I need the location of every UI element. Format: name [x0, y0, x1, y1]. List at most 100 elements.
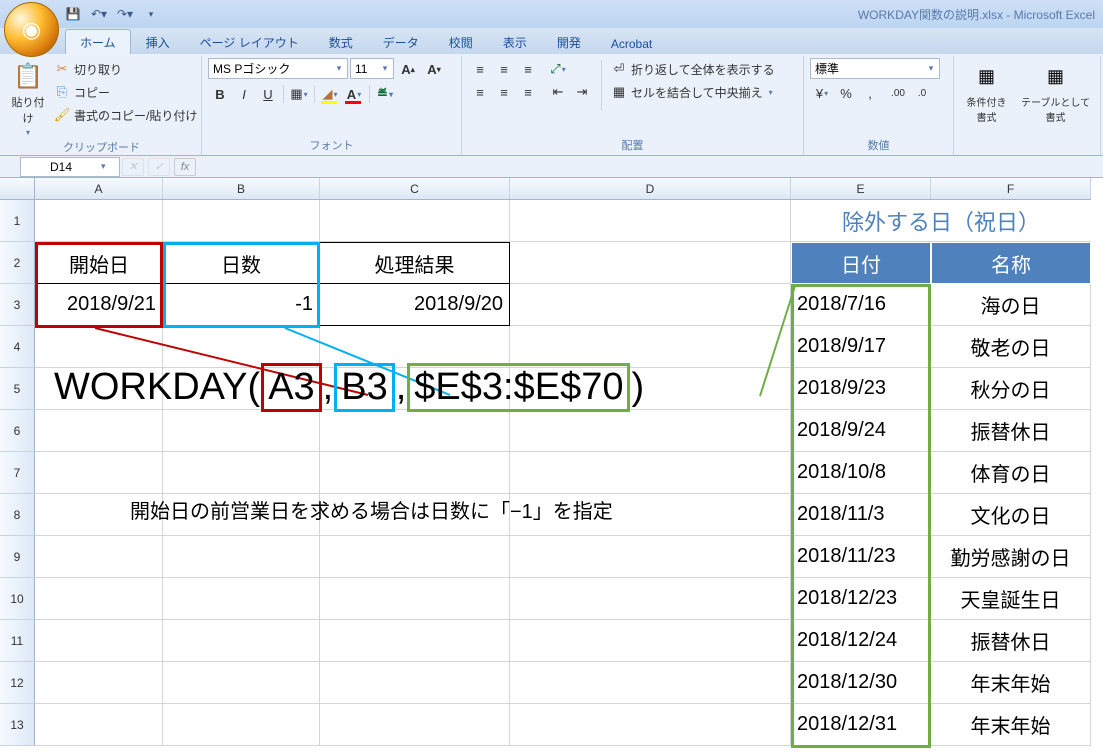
paste-button[interactable]: 📋 貼り付け ▾ [8, 58, 48, 139]
row-header-11[interactable]: 11 [0, 620, 35, 662]
cell-a7[interactable] [35, 452, 163, 494]
phonetic-button[interactable]: ≝ [373, 83, 397, 105]
cell-e12[interactable]: 2018/12/30 [791, 662, 931, 704]
cell-b9[interactable] [163, 536, 320, 578]
cell-d6[interactable] [510, 410, 791, 452]
cell-a3[interactable]: 2018/9/21 [35, 284, 163, 326]
cell-f7[interactable]: 体育の日 [931, 452, 1091, 494]
font-name-input[interactable] [211, 61, 333, 77]
cell-e2[interactable]: 日付 [791, 242, 931, 284]
fx-button[interactable]: fx [174, 158, 196, 176]
cell-f13[interactable]: 年末年始 [931, 704, 1091, 746]
cell-e9[interactable]: 2018/11/23 [791, 536, 931, 578]
cell-b12[interactable] [163, 662, 320, 704]
font-size-combo[interactable]: ▾ [350, 58, 394, 79]
row-header-10[interactable]: 10 [0, 578, 35, 620]
cell-f3[interactable]: 海の日 [931, 284, 1091, 326]
shrink-font-button[interactable]: A▾ [422, 58, 446, 80]
number-format-combo[interactable]: ▾ [810, 58, 940, 79]
font-name-combo[interactable]: ▾ [208, 58, 348, 79]
cell-d10[interactable] [510, 578, 791, 620]
cell-d1[interactable] [510, 200, 791, 242]
copy-button[interactable]: ⎘コピー [52, 81, 199, 103]
currency-button[interactable]: ¥ [810, 82, 834, 104]
row-header-6[interactable]: 6 [0, 410, 35, 452]
row-header-8[interactable]: 8 [0, 494, 35, 536]
tab-developer[interactable]: 開発 [542, 29, 596, 54]
align-left-button[interactable]: ≡ [468, 81, 492, 103]
cell-a10[interactable] [35, 578, 163, 620]
cell-a6[interactable] [35, 410, 163, 452]
row-header-2[interactable]: 2 [0, 242, 35, 284]
row-header-3[interactable]: 3 [0, 284, 35, 326]
cell-a9[interactable] [35, 536, 163, 578]
cell-a1[interactable] [35, 200, 163, 242]
cell-b7[interactable] [163, 452, 320, 494]
cell-e8[interactable]: 2018/11/3 [791, 494, 931, 536]
cell-e1[interactable]: 除外する日（祝日） [791, 200, 1091, 242]
cell-f12[interactable]: 年末年始 [931, 662, 1091, 704]
cell-a12[interactable] [35, 662, 163, 704]
tab-data[interactable]: データ [368, 29, 434, 54]
format-painter-button[interactable]: 🖌書式のコピー/貼り付け [52, 104, 199, 126]
align-top-button[interactable]: ≡ [468, 58, 492, 80]
align-center-button[interactable]: ≡ [492, 81, 516, 103]
cell-f6[interactable]: 振替休日 [931, 410, 1091, 452]
col-header-c[interactable]: C [320, 178, 510, 199]
cell-e6[interactable]: 2018/9/24 [791, 410, 931, 452]
cell-d7[interactable] [510, 452, 791, 494]
number-format-input[interactable] [813, 61, 925, 77]
cell-e10[interactable]: 2018/12/23 [791, 578, 931, 620]
cell-c6[interactable] [320, 410, 510, 452]
cell-b2[interactable]: 日数 [163, 242, 320, 284]
cell-d13[interactable] [510, 704, 791, 746]
office-button[interactable]: ◉ [4, 2, 59, 57]
tab-review[interactable]: 校閲 [434, 29, 488, 54]
underline-button[interactable]: U [256, 83, 280, 105]
cell-a11[interactable] [35, 620, 163, 662]
cell-b3[interactable]: -1 [163, 284, 320, 326]
col-header-e[interactable]: E [791, 178, 931, 199]
cell-c10[interactable] [320, 578, 510, 620]
cell-a4[interactable] [35, 326, 163, 368]
tab-page-layout[interactable]: ページ レイアウト [185, 29, 314, 54]
decrease-decimal-button[interactable]: .0 [910, 82, 934, 104]
row-header-5[interactable]: 5 [0, 368, 35, 410]
italic-button[interactable]: I [232, 83, 256, 105]
cell-c12[interactable] [320, 662, 510, 704]
font-size-input[interactable] [353, 61, 379, 77]
cut-button[interactable]: ✂切り取り [52, 58, 199, 80]
col-header-b[interactable]: B [163, 178, 320, 199]
cell-e7[interactable]: 2018/10/8 [791, 452, 931, 494]
grow-font-button[interactable]: A▴ [396, 58, 420, 80]
font-color-button[interactable]: A [342, 83, 366, 105]
cell-f10[interactable]: 天皇誕生日 [931, 578, 1091, 620]
tab-home[interactable]: ホーム [65, 29, 131, 54]
bold-button[interactable]: B [208, 83, 232, 105]
col-header-d[interactable]: D [510, 178, 791, 199]
cell-e3[interactable]: 2018/7/16 [791, 284, 931, 326]
cell-a2[interactable]: 開始日 [35, 242, 163, 284]
border-button[interactable]: ▦ [287, 83, 311, 105]
tab-formulas[interactable]: 数式 [314, 29, 368, 54]
cell-b1[interactable] [163, 200, 320, 242]
tab-acrobat[interactable]: Acrobat [596, 32, 667, 54]
row-header-13[interactable]: 13 [0, 704, 35, 746]
undo-icon[interactable]: ↶▾ [90, 5, 108, 23]
cell-f11[interactable]: 振替休日 [931, 620, 1091, 662]
cell-d2[interactable] [510, 242, 791, 284]
comma-button[interactable]: , [858, 82, 882, 104]
cell-e11[interactable]: 2018/12/24 [791, 620, 931, 662]
redo-icon[interactable]: ↷▾ [116, 5, 134, 23]
cell-f8[interactable]: 文化の日 [931, 494, 1091, 536]
qat-dropdown-icon[interactable]: ▾ [142, 5, 160, 23]
merge-center-button[interactable]: ▦セルを結合して中央揃え▾ [609, 81, 777, 103]
cell-d12[interactable] [510, 662, 791, 704]
orientation-button[interactable]: ⤢ [546, 58, 570, 80]
worksheet[interactable]: A B C D E F 12345678910111213 除外する日（祝日） … [0, 178, 1103, 753]
increase-decimal-button[interactable]: .00 [886, 82, 910, 104]
select-all-corner[interactable] [0, 178, 35, 199]
increase-indent-button[interactable]: ⇥ [570, 81, 594, 103]
row-header-9[interactable]: 9 [0, 536, 35, 578]
align-right-button[interactable]: ≡ [516, 81, 540, 103]
